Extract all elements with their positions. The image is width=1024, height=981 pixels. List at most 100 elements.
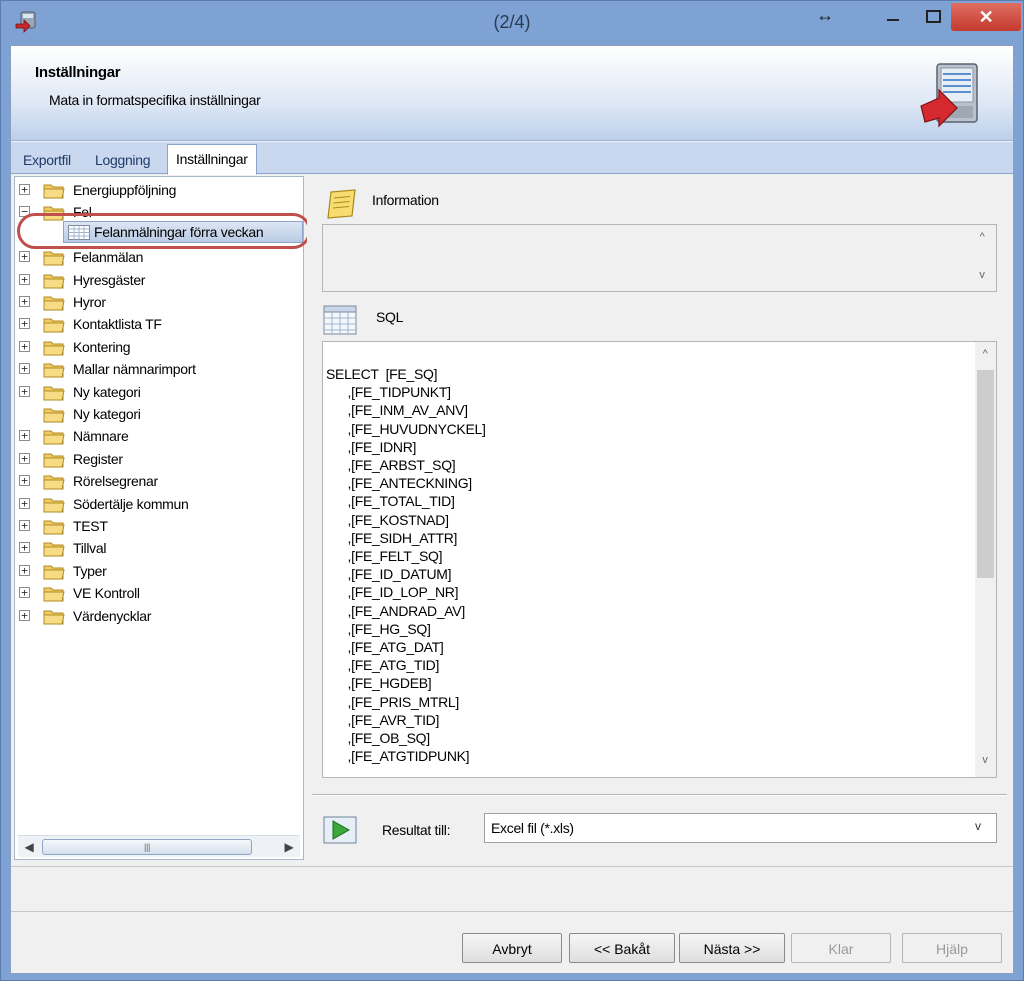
sql-grid-icon xyxy=(323,305,357,335)
folder-icon xyxy=(43,296,65,311)
expand-icon[interactable]: + xyxy=(19,184,30,195)
folder-icon xyxy=(43,318,65,333)
folder-icon xyxy=(43,565,65,580)
tree-item-label: Nämnare xyxy=(73,428,129,445)
folder-icon xyxy=(43,520,65,535)
sql-label: SQL xyxy=(376,309,404,325)
expand-icon[interactable]: + xyxy=(19,318,30,330)
notepad-icon xyxy=(327,189,356,219)
expand-icon[interactable]: + xyxy=(19,542,30,554)
folder-icon xyxy=(43,363,65,378)
scroll-right-icon[interactable]: ▶ xyxy=(282,840,296,854)
result-format-value: Excel fil (*.xls) xyxy=(491,820,574,836)
folder-icon xyxy=(43,184,65,199)
sql-editor[interactable]: SELECT [FE_SQ] ,[FE_TIDPUNKT] ,[FE_INM_A… xyxy=(322,341,997,778)
panel-divider xyxy=(312,794,1007,796)
chevron-down-icon[interactable]: v xyxy=(975,819,981,833)
scroll-down-icon[interactable]: v xyxy=(978,754,992,766)
sql-vertical-scrollbar[interactable]: ^ v xyxy=(975,342,996,777)
expand-icon[interactable]: + xyxy=(19,497,30,509)
folder-icon xyxy=(43,475,65,490)
tree-item-label: TEST xyxy=(73,518,108,534)
run-query-icon[interactable] xyxy=(323,816,357,844)
tree-item-label: Kontering xyxy=(73,338,131,355)
folder-icon xyxy=(43,251,65,266)
folder-icon xyxy=(43,453,65,468)
information-textbox[interactable]: ^ v xyxy=(322,224,997,292)
title-bar: (2/4) ↔ ✕ xyxy=(1,1,1023,43)
result-label: Resultat till: xyxy=(382,822,451,838)
close-button[interactable]: ✕ xyxy=(951,3,1021,31)
tree-item-label: Hyresgäster xyxy=(73,271,146,288)
collapse-icon[interactable]: − xyxy=(19,206,30,218)
sql-query-text: SELECT [FE_SQ] ,[FE_TIDPUNKT] ,[FE_INM_A… xyxy=(326,366,486,765)
tree-item-label: Hyror xyxy=(73,294,106,310)
tree-item-label: Tillval xyxy=(73,540,107,557)
page-subtitle: Mata in formatspecifika inställningar xyxy=(49,92,261,108)
tree-item-label: Register xyxy=(73,450,123,467)
maximize-button[interactable] xyxy=(915,1,951,29)
tree-item-label: Kontaktlista TF xyxy=(73,316,162,333)
wizard-header: Inställningar Mata in formatspecifika in… xyxy=(11,46,1013,141)
expand-icon[interactable]: + xyxy=(19,564,30,576)
expand-icon[interactable]: + xyxy=(19,587,30,599)
table-icon xyxy=(68,225,90,240)
scroll-up-icon[interactable]: ^ xyxy=(975,231,989,243)
folder-icon xyxy=(43,542,65,557)
settings-panel: Information ^ v SQL SELECT [FE_SQ] ,[FE_… xyxy=(307,176,1010,860)
window-title: (2/4) xyxy=(493,12,531,32)
status-strip xyxy=(11,866,1013,912)
category-tree[interactable]: + Energiuppföljning − Fel + Felanmälan + Hyresg… xyxy=(14,176,311,860)
tree-item-label: VE Kontroll xyxy=(73,585,140,602)
folder-icon xyxy=(43,341,65,356)
tab-installningar[interactable]: Inställningar xyxy=(167,144,257,175)
resize-icon[interactable]: ↔ xyxy=(811,1,839,29)
tree-item-label: Typer xyxy=(73,562,107,579)
expand-icon[interactable]: + xyxy=(19,520,30,531)
cancel-button[interactable]: Avbryt xyxy=(462,933,562,963)
scroll-left-icon[interactable]: ◀ xyxy=(22,840,36,854)
folder-icon xyxy=(43,430,65,445)
wizard-client-area: Inställningar Mata in formatspecifika in… xyxy=(10,45,1014,974)
help-button[interactable]: Hjälp xyxy=(902,933,1002,963)
expand-icon[interactable]: + xyxy=(19,475,30,487)
tree-item-label: Värdenycklar xyxy=(73,607,152,624)
tree-item-label: Ny kategori xyxy=(73,406,141,422)
scroll-thumb[interactable] xyxy=(977,370,994,578)
tree-item-felanmalningar-forra-veckan[interactable]: Felanmälningar förra veckan xyxy=(63,221,303,243)
folder-icon xyxy=(43,408,65,423)
folder-icon xyxy=(43,610,65,625)
tree-item-label: Södertälje kommun xyxy=(73,495,189,512)
expand-icon[interactable]: + xyxy=(19,609,30,621)
folder-icon xyxy=(43,587,65,602)
tab-exportfil[interactable]: Exportfil xyxy=(15,148,79,174)
expand-icon[interactable]: + xyxy=(19,251,30,263)
folder-open-icon xyxy=(43,206,65,221)
result-format-select[interactable]: Excel fil (*.xls) v xyxy=(484,813,997,843)
tree-item-label: Felanmälan xyxy=(73,249,144,266)
page-title: Inställningar xyxy=(35,64,121,81)
next-button[interactable]: Nästa >> xyxy=(679,933,785,963)
expand-icon[interactable]: + xyxy=(19,363,30,375)
expand-icon[interactable]: + xyxy=(19,430,30,442)
expand-icon[interactable]: + xyxy=(19,385,30,397)
scroll-down-icon[interactable]: v xyxy=(975,269,989,281)
expand-icon[interactable]: + xyxy=(19,273,30,285)
expand-icon[interactable]: + xyxy=(19,340,30,352)
minimize-button[interactable] xyxy=(873,1,913,29)
tab-strip: Exportfil Loggning Inställningar xyxy=(11,142,1013,175)
tree-item-label: Mallar nämnarimport xyxy=(73,361,196,378)
tree-item-label: Ny kategori xyxy=(73,383,141,400)
finish-button[interactable]: Klar xyxy=(791,933,891,963)
tab-loggning[interactable]: Loggning xyxy=(87,148,158,174)
expand-icon[interactable]: + xyxy=(19,452,30,464)
tree-item-label: Felanmälningar förra veckan xyxy=(94,224,264,240)
tree-item-label: Rörelsegrenar xyxy=(73,473,158,490)
back-button[interactable]: << Bakåt xyxy=(569,933,675,963)
tree-horizontal-scrollbar[interactable]: ◀ ||| ▶ xyxy=(18,835,300,857)
scroll-up-icon[interactable]: ^ xyxy=(978,348,992,360)
folder-icon xyxy=(43,498,65,513)
folder-icon xyxy=(43,386,65,401)
expand-icon[interactable]: + xyxy=(19,296,30,307)
scroll-thumb[interactable]: ||| xyxy=(42,839,252,855)
